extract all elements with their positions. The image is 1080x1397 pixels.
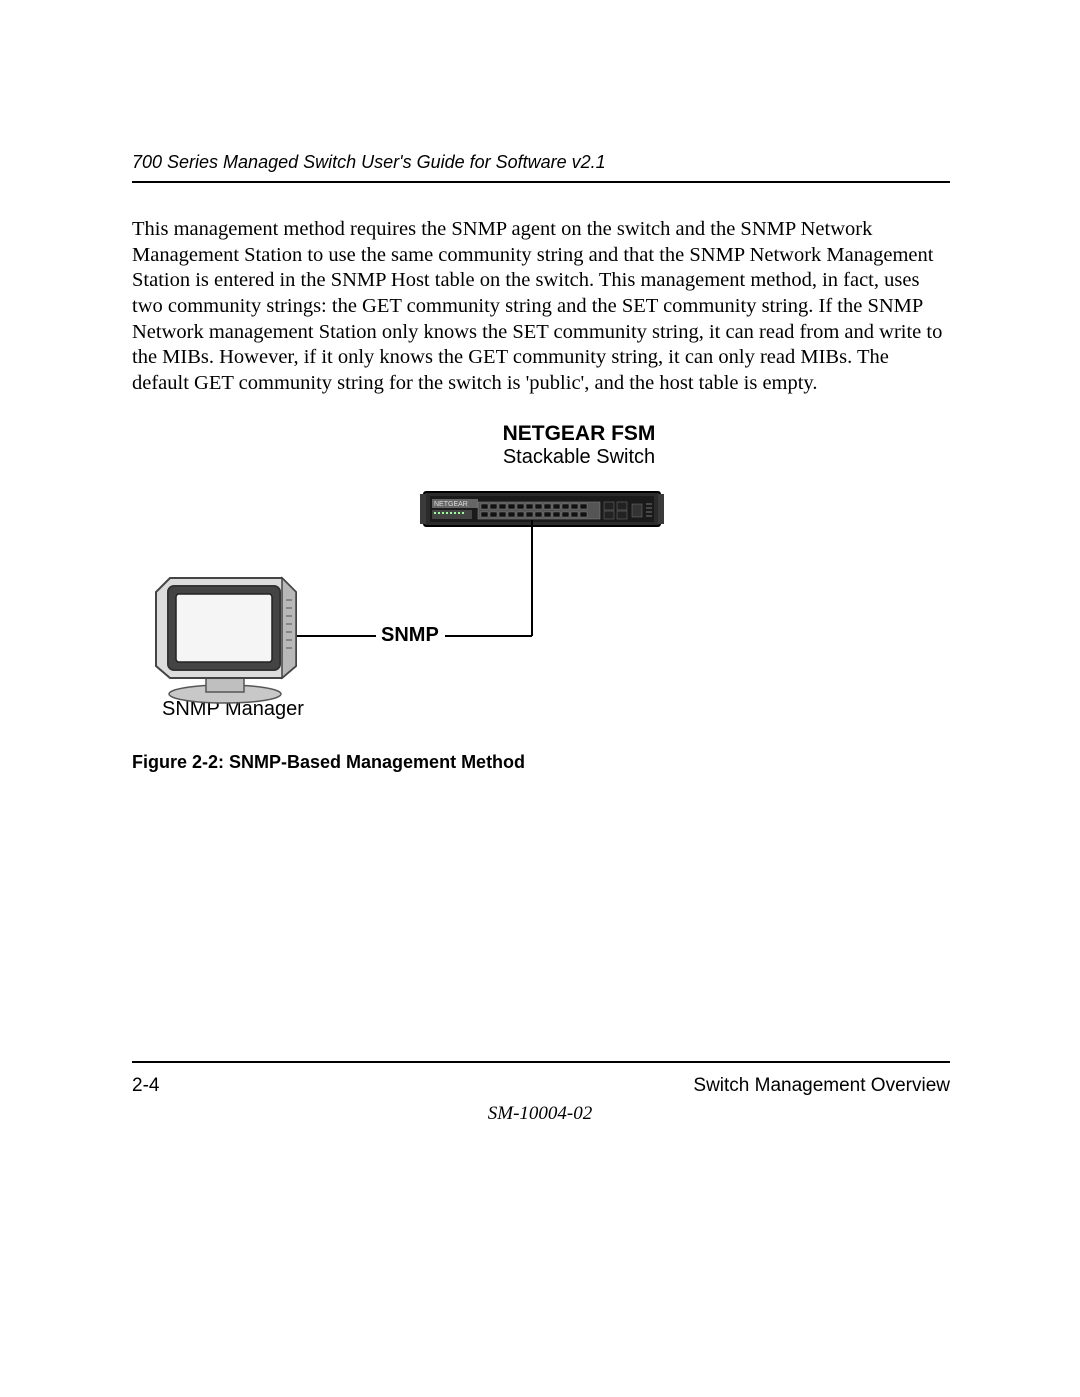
- page-footer: 2-4 Switch Management Overview: [132, 1061, 950, 1097]
- figure-caption: Figure 2-2: SNMP-Based Management Method: [132, 752, 950, 773]
- connection-lines: [296, 520, 532, 636]
- page-number: 2-4: [132, 1075, 159, 1097]
- document-id: SM-10004-02: [0, 1103, 1080, 1125]
- page: 700 Series Managed Switch User's Guide f…: [0, 0, 1080, 1397]
- switch-logo: NETGEAR: [434, 501, 468, 508]
- diagram-svg: NETGEAR: [132, 422, 672, 722]
- body-paragraph: This management method requires the SNMP…: [132, 217, 950, 396]
- section-title: Switch Management Overview: [693, 1075, 950, 1097]
- monitor-icon: [156, 578, 296, 703]
- switch-icon: NETGEAR: [420, 492, 664, 526]
- running-header: 700 Series Managed Switch User's Guide f…: [132, 152, 950, 183]
- figure-snmp-management: NETGEAR FSM Stackable Switch SNMP SNMP M…: [132, 422, 950, 730]
